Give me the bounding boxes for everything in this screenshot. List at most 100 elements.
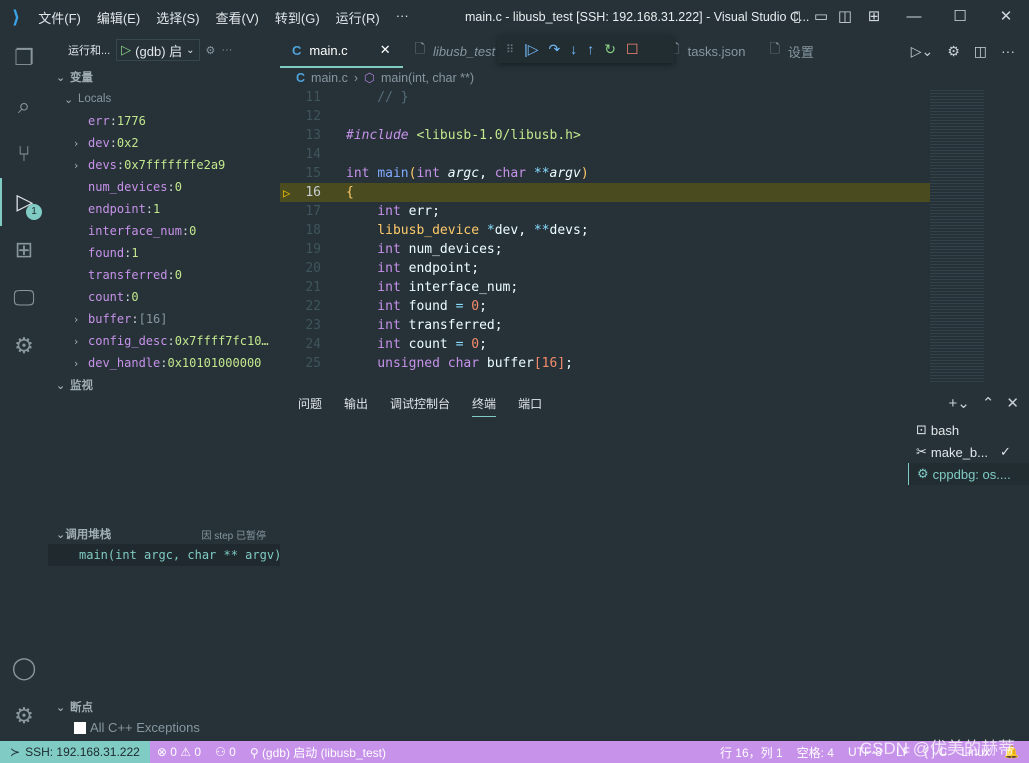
terminal-list: ⊡ bash ✂ make_b... ✓ ⚙ cppdbg: os....: [908, 419, 1029, 485]
toggle-sidebar-icon[interactable]: ▯: [785, 7, 809, 25]
code-token: interface_num;: [408, 280, 519, 295]
callstack-section-header[interactable]: ⌄调用堆栈 因 step 已暂停: [48, 523, 280, 545]
variable-value: 0: [174, 268, 182, 282]
more-icon[interactable]: ···: [1001, 43, 1015, 59]
more-icon[interactable]: ···: [221, 44, 232, 56]
separator: :: [160, 356, 168, 370]
watch-section-header[interactable]: ⌄ 监视: [48, 374, 280, 396]
code-line: ▷ 16{: [280, 183, 930, 202]
panel-tab[interactable]: 端口: [518, 395, 542, 412]
variable-item[interactable]: count: 0: [48, 286, 280, 308]
menu-item[interactable]: ···: [388, 8, 417, 27]
locals-label: Locals: [78, 93, 112, 105]
step-out-icon[interactable]: ↑: [587, 41, 594, 57]
terminal-item[interactable]: ✂ make_b... ✓: [908, 441, 1029, 463]
step-over-icon[interactable]: ↷: [548, 41, 560, 58]
explorer-icon[interactable]: ❐: [0, 34, 48, 82]
maximize-button[interactable]: ☐: [937, 7, 983, 25]
variable-item[interactable]: err: 1776: [48, 110, 280, 132]
new-terminal-icon[interactable]: +⌄: [949, 394, 970, 412]
code-line: 24 int count = 0;: [280, 335, 930, 354]
line-number: 14: [305, 147, 321, 162]
variables-section-header[interactable]: ⌄ 变量: [48, 66, 280, 88]
menu-item[interactable]: 转到(G): [267, 8, 328, 27]
source-control-icon[interactable]: ⑂: [0, 130, 48, 178]
callstack-frame[interactable]: main(int argc, char ** argv): [48, 544, 280, 566]
run-debug-icon[interactable]: ▷ 1: [0, 178, 48, 226]
settings-gear-icon[interactable]: ⚙: [0, 692, 48, 740]
tab--[interactable]: 🗋 设置: [757, 34, 825, 68]
toggle-secondary-sidebar-icon[interactable]: ◫: [833, 7, 857, 25]
menu-item[interactable]: 编辑(E): [89, 8, 148, 27]
remote-indicator[interactable]: ≻ SSH: 192.168.31.222: [0, 741, 150, 763]
debug-toolbar: ⠿ |▷ ↷ ↓ ↑ ↻ ☐: [498, 35, 674, 63]
separator: :: [167, 268, 175, 282]
indentation[interactable]: 空格: 4: [790, 744, 841, 761]
panel-tab[interactable]: 问题: [298, 395, 322, 412]
separator: :: [109, 114, 117, 128]
breadcrumb-symbol[interactable]: main(int, char **): [381, 71, 474, 85]
close-window-button[interactable]: ✕: [983, 7, 1029, 25]
remote-explorer-icon[interactable]: 🖵: [0, 274, 48, 322]
terminal-item[interactable]: ⊡ bash: [908, 419, 1029, 441]
panel-tab[interactable]: 输出: [344, 395, 368, 412]
drag-handle-icon[interactable]: ⠿: [506, 43, 514, 56]
close-icon[interactable]: ✕: [380, 42, 391, 58]
gear-icon[interactable]: ⚙: [206, 44, 216, 57]
gear-icon[interactable]: ⚙: [947, 43, 960, 60]
chevron-right-icon: ›: [74, 334, 79, 348]
split-editor-icon[interactable]: ◫: [974, 43, 987, 60]
run-icon[interactable]: ▷⌄: [911, 43, 934, 60]
close-panel-icon[interactable]: ✕: [1006, 394, 1019, 412]
search-icon[interactable]: ⌕: [0, 82, 48, 130]
maximize-panel-icon[interactable]: ⌃: [982, 394, 995, 412]
restart-icon[interactable]: ↻: [604, 41, 616, 58]
extensions-icon[interactable]: ⊞: [0, 226, 48, 274]
variable-item[interactable]: transferred: 0: [48, 264, 280, 286]
variable-item[interactable]: › dev_handle: 0x10101000000: [48, 352, 280, 374]
continue-icon[interactable]: |▷: [524, 41, 538, 58]
account-icon[interactable]: ◯: [0, 644, 48, 692]
variable-item[interactable]: num_devices: 0: [48, 176, 280, 198]
code-token: ;: [479, 337, 487, 352]
start-debug-icon[interactable]: ▷: [121, 42, 131, 58]
toggle-panel-icon[interactable]: ▭: [809, 7, 833, 25]
panel-tab[interactable]: 终端: [472, 395, 497, 417]
step-into-icon[interactable]: ↓: [570, 41, 577, 57]
cursor-position[interactable]: 行 16，列 1: [713, 744, 790, 761]
cmake-icon[interactable]: ⚙: [0, 322, 48, 370]
variable-item[interactable]: › dev: 0x2: [48, 132, 280, 154]
minimize-button[interactable]: —: [891, 8, 937, 25]
ports-indicator[interactable]: ⚇ 0: [208, 745, 243, 759]
locals-scope[interactable]: ⌄ Locals: [48, 88, 280, 110]
debug-session-indicator[interactable]: ⚲ (gdb) 启动 (libusb_test): [243, 744, 393, 761]
breadcrumb-file[interactable]: main.c: [311, 71, 348, 85]
tab-libusb_test[interactable]: 🗋 libusb_test: [403, 34, 508, 68]
variable-item[interactable]: found: 1: [48, 242, 280, 264]
menu-item[interactable]: 运行(R): [328, 8, 388, 27]
bp-checkbox[interactable]: [74, 721, 86, 734]
code-token: dev,: [494, 223, 534, 238]
customize-layout-icon[interactable]: ⊞: [857, 7, 891, 25]
variable-item[interactable]: endpoint: 1: [48, 198, 280, 220]
breakpoints-section-header[interactable]: ⌄ 断点: [48, 696, 280, 718]
variable-item[interactable]: › buffer: [16]: [48, 308, 280, 330]
variable-item[interactable]: › config_desc: 0x7ffff7fc10…: [48, 330, 280, 352]
terminal-item[interactable]: ⚙ cppdbg: os....: [908, 463, 1029, 485]
launch-config-select[interactable]: ▷ (gdb) 启 ⌄: [116, 39, 200, 61]
tab-main-c[interactable]: Cmain.c ✕: [280, 34, 403, 68]
code-text: int num_devices;: [321, 242, 502, 257]
variable-value: 1776: [116, 114, 146, 128]
stop-icon[interactable]: ☐: [626, 41, 639, 58]
variable-item[interactable]: interface_num: 0: [48, 220, 280, 242]
chevron-right-icon: ›: [74, 356, 79, 370]
minimap[interactable]: [930, 88, 984, 384]
problems-indicator[interactable]: ⊗ 0 ⚠ 0: [150, 745, 208, 759]
menu-item[interactable]: 文件(F): [30, 8, 89, 27]
menu-item[interactable]: 查看(V): [208, 8, 267, 27]
variable-item[interactable]: › devs: 0x7fffffffe2a9: [48, 154, 280, 176]
code-editor[interactable]: 11 // } 12 13 #include <libusb-1.0/libusb.h…: [280, 88, 930, 376]
panel-tab[interactable]: 调试控制台: [390, 395, 450, 412]
code-token: **: [533, 223, 550, 238]
menu-item[interactable]: 选择(S): [148, 8, 207, 27]
